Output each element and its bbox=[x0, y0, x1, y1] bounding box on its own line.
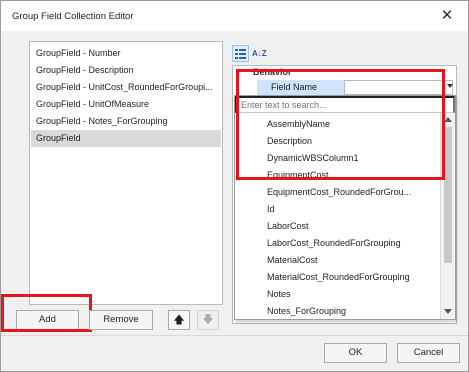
property-field-name-label[interactable]: Field Name bbox=[257, 80, 344, 95]
categorized-icon bbox=[235, 49, 246, 59]
move-up-button[interactable]: 🡅 bbox=[168, 310, 190, 330]
list-item[interactable]: 1.2EquipmentCost bbox=[267, 167, 439, 184]
sort-alphabetical-button[interactable]: A↓Z bbox=[252, 45, 269, 62]
close-icon[interactable]: ✕ bbox=[438, 7, 456, 25]
list-item[interactable]: abDynamicWBSColumn1 bbox=[267, 150, 439, 167]
search-input[interactable] bbox=[235, 96, 455, 113]
move-down-button[interactable]: 🡇 bbox=[197, 310, 219, 330]
list-item[interactable]: abNotes bbox=[267, 286, 439, 303]
list-item[interactable]: abDescription bbox=[267, 133, 439, 150]
ok-button[interactable]: OK bbox=[324, 343, 387, 363]
dialog-title: Group Field Collection Editor bbox=[12, 11, 134, 22]
list-item[interactable]: GroupField - Description bbox=[31, 62, 221, 79]
list-item[interactable]: GroupField - UnitOfMeasure bbox=[31, 96, 221, 113]
list-item-selected[interactable]: GroupField bbox=[31, 130, 221, 147]
list-item[interactable]: 1.2EquipmentCost_RoundedForGrou... bbox=[267, 184, 439, 201]
list-item[interactable]: GroupField - Notes_ForGrouping bbox=[31, 113, 221, 130]
category-behavior[interactable]: Behavior bbox=[253, 67, 292, 77]
list-item[interactable]: 1.2LaborCost bbox=[267, 218, 439, 235]
group-field-collection-editor-dialog: Group Field Collection Editor ✕ GroupFie… bbox=[0, 0, 469, 372]
list-item[interactable]: abAssemblyName bbox=[267, 116, 439, 133]
add-button[interactable]: Add bbox=[16, 310, 79, 330]
list-item[interactable]: 1.2MaterialCost_RoundedForGrouping bbox=[267, 269, 439, 286]
footer-divider bbox=[1, 335, 468, 336]
list-item[interactable]: 1.2LaborCost_RoundedForGrouping bbox=[267, 235, 439, 252]
title-bar: Group Field Collection Editor ✕ bbox=[1, 1, 468, 31]
chevron-down-icon[interactable] bbox=[447, 84, 453, 88]
categorized-view-button[interactable] bbox=[232, 45, 249, 62]
remove-button[interactable]: Remove bbox=[89, 310, 153, 330]
scroll-up-icon[interactable] bbox=[444, 117, 452, 122]
list-item[interactable]: abNotes_ForGrouping bbox=[267, 303, 439, 319]
list-item[interactable]: 1.2MaterialCost bbox=[267, 252, 439, 269]
list-item[interactable]: GroupField - Number bbox=[31, 45, 221, 62]
list-item[interactable]: GroupField - UnitCost_RoundedForGroupi..… bbox=[31, 79, 221, 96]
scroll-down-icon[interactable] bbox=[444, 309, 452, 314]
scroll-thumb[interactable] bbox=[444, 127, 452, 263]
dropdown-scrollbar[interactable] bbox=[440, 113, 455, 319]
list-item[interactable]: idId bbox=[267, 201, 439, 218]
field-name-value-editor[interactable] bbox=[344, 80, 453, 95]
collection-list[interactable]: GroupField - Number GroupField - Descrip… bbox=[29, 41, 223, 305]
cancel-button[interactable]: Cancel bbox=[397, 343, 460, 363]
field-name-dropdown[interactable]: abAssemblyName abDescription abDynamicWB… bbox=[234, 95, 456, 320]
